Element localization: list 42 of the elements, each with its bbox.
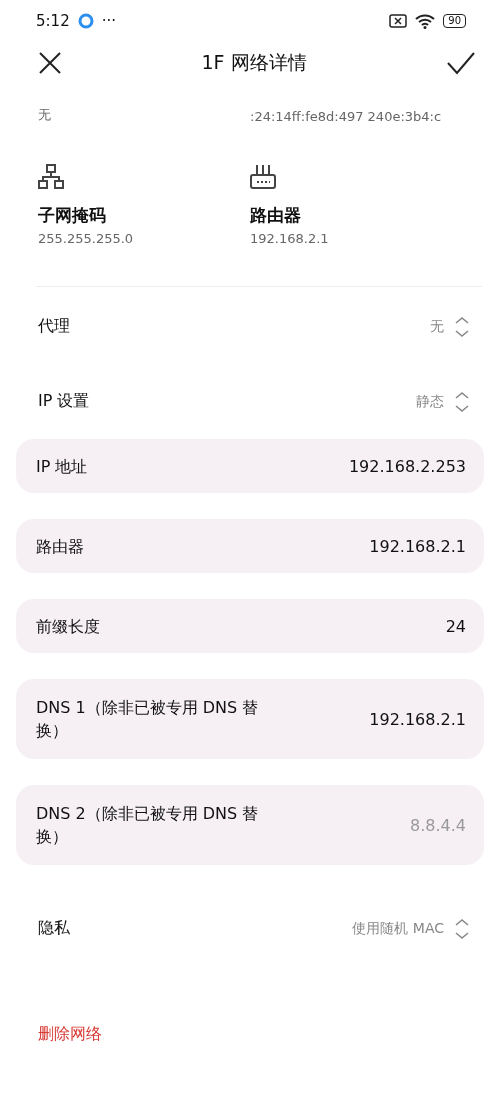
field-label: DNS 1（除非已被专用 DNS 替换） [36, 697, 260, 742]
delete-network-button[interactable]: 删除网络 [0, 1024, 140, 1045]
setting-label: 代理 [38, 316, 70, 337]
network-tree-icon [38, 164, 64, 190]
info-label: 子网掩码 [38, 204, 107, 227]
info-value: 255.255.255.0 [38, 231, 135, 246]
close-icon [38, 51, 62, 75]
dropdown-row[interactable]: 代理 无 [0, 289, 500, 364]
dropdown-row[interactable]: 隐私 使用随机 MAC [0, 891, 500, 966]
input-field[interactable]: 192.168.2.1 [316, 536, 466, 556]
chevron-updown-icon [454, 390, 470, 413]
wifi-icon [415, 13, 436, 29]
setting-label: IP 设置 [38, 391, 90, 412]
chevron-updown-icon [454, 315, 470, 338]
check-icon [446, 51, 476, 75]
router-icon [250, 164, 276, 190]
info-value: 192.168.2.1 [250, 231, 330, 246]
field-label: 前缀长度 [36, 615, 101, 638]
sim-off-icon [389, 14, 408, 28]
field-label: DNS 2（除非已被专用 DNS 替换） [36, 803, 260, 848]
info-value: :24:14ff:fe8d:497 240e:3b4:c [250, 109, 443, 124]
input-field[interactable]: 192.168.2.1 [316, 709, 466, 729]
input-field[interactable]: 192.168.2.253 [316, 456, 466, 476]
input-field[interactable]: 24 [316, 616, 466, 636]
chevron-updown-icon [454, 917, 470, 940]
setting-value: 无 [430, 317, 444, 336]
setting-value: 静态 [416, 392, 444, 411]
close-button[interactable] [38, 51, 62, 75]
confirm-button[interactable] [446, 51, 476, 75]
clock-time: 5:12 [36, 12, 70, 30]
more-indicator: ··· [101, 12, 116, 30]
input-field[interactable]: 8.8.4.4 [316, 815, 466, 835]
field-label: IP 地址 [36, 455, 89, 478]
dropdown-row[interactable]: IP 设置 静态 [0, 364, 500, 439]
setting-value: 使用随机 MAC [352, 919, 444, 938]
setting-label: 隐私 [38, 918, 70, 939]
info-value: 无 [38, 106, 52, 124]
battery-indicator: 90 [443, 14, 466, 28]
info-label: 路由器 [250, 204, 302, 227]
screen-title: 1F 网络详情 [201, 50, 307, 75]
app-icon [77, 13, 94, 29]
field-label: 路由器 [36, 535, 85, 558]
